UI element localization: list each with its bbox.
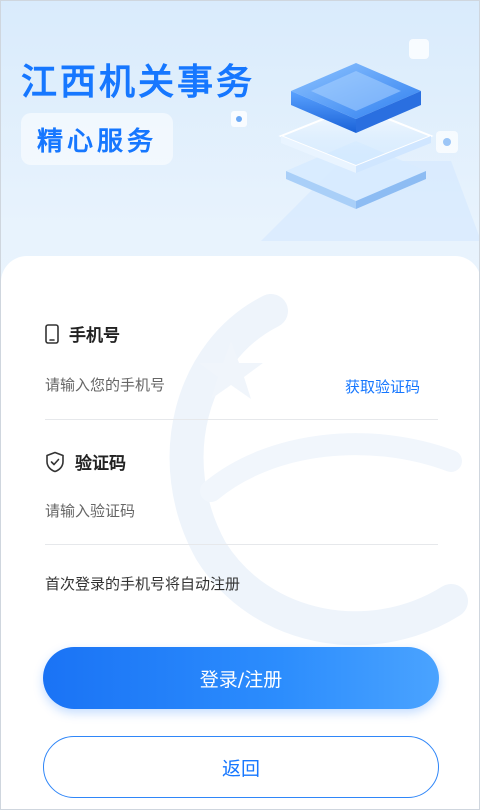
app-title: 江西机关事务 bbox=[21, 62, 256, 103]
phone-label: 手机号 bbox=[69, 326, 120, 346]
auto-register-notice: 首次登录的手机号将自动注册 bbox=[45, 575, 241, 593]
code-label-row: 验证码 bbox=[45, 449, 126, 474]
header-banner: 江西机关事务 精心服务 bbox=[1, 1, 479, 271]
back-button[interactable]: 返回 bbox=[43, 736, 439, 798]
slogan-badge: 精心服务 bbox=[21, 113, 173, 165]
phone-divider bbox=[45, 419, 438, 420]
code-input[interactable] bbox=[45, 493, 437, 529]
login-register-button[interactable]: 登录/注册 bbox=[43, 647, 439, 709]
stacked-layers-illustration bbox=[231, 39, 479, 241]
shield-check-icon bbox=[46, 451, 64, 472]
slogan-text: 精心服务 bbox=[36, 126, 157, 157]
login-screen: 江西机关事务 精心服务 手机号 请输入您的手机号 获取验证码 验证码 请输入验证… bbox=[0, 0, 480, 810]
get-code-button[interactable]: 获取验证码 bbox=[345, 376, 420, 397]
phone-label-row: 手机号 bbox=[45, 321, 120, 346]
phone-icon bbox=[45, 323, 59, 344]
code-label: 验证码 bbox=[75, 454, 126, 474]
code-divider bbox=[45, 544, 438, 545]
